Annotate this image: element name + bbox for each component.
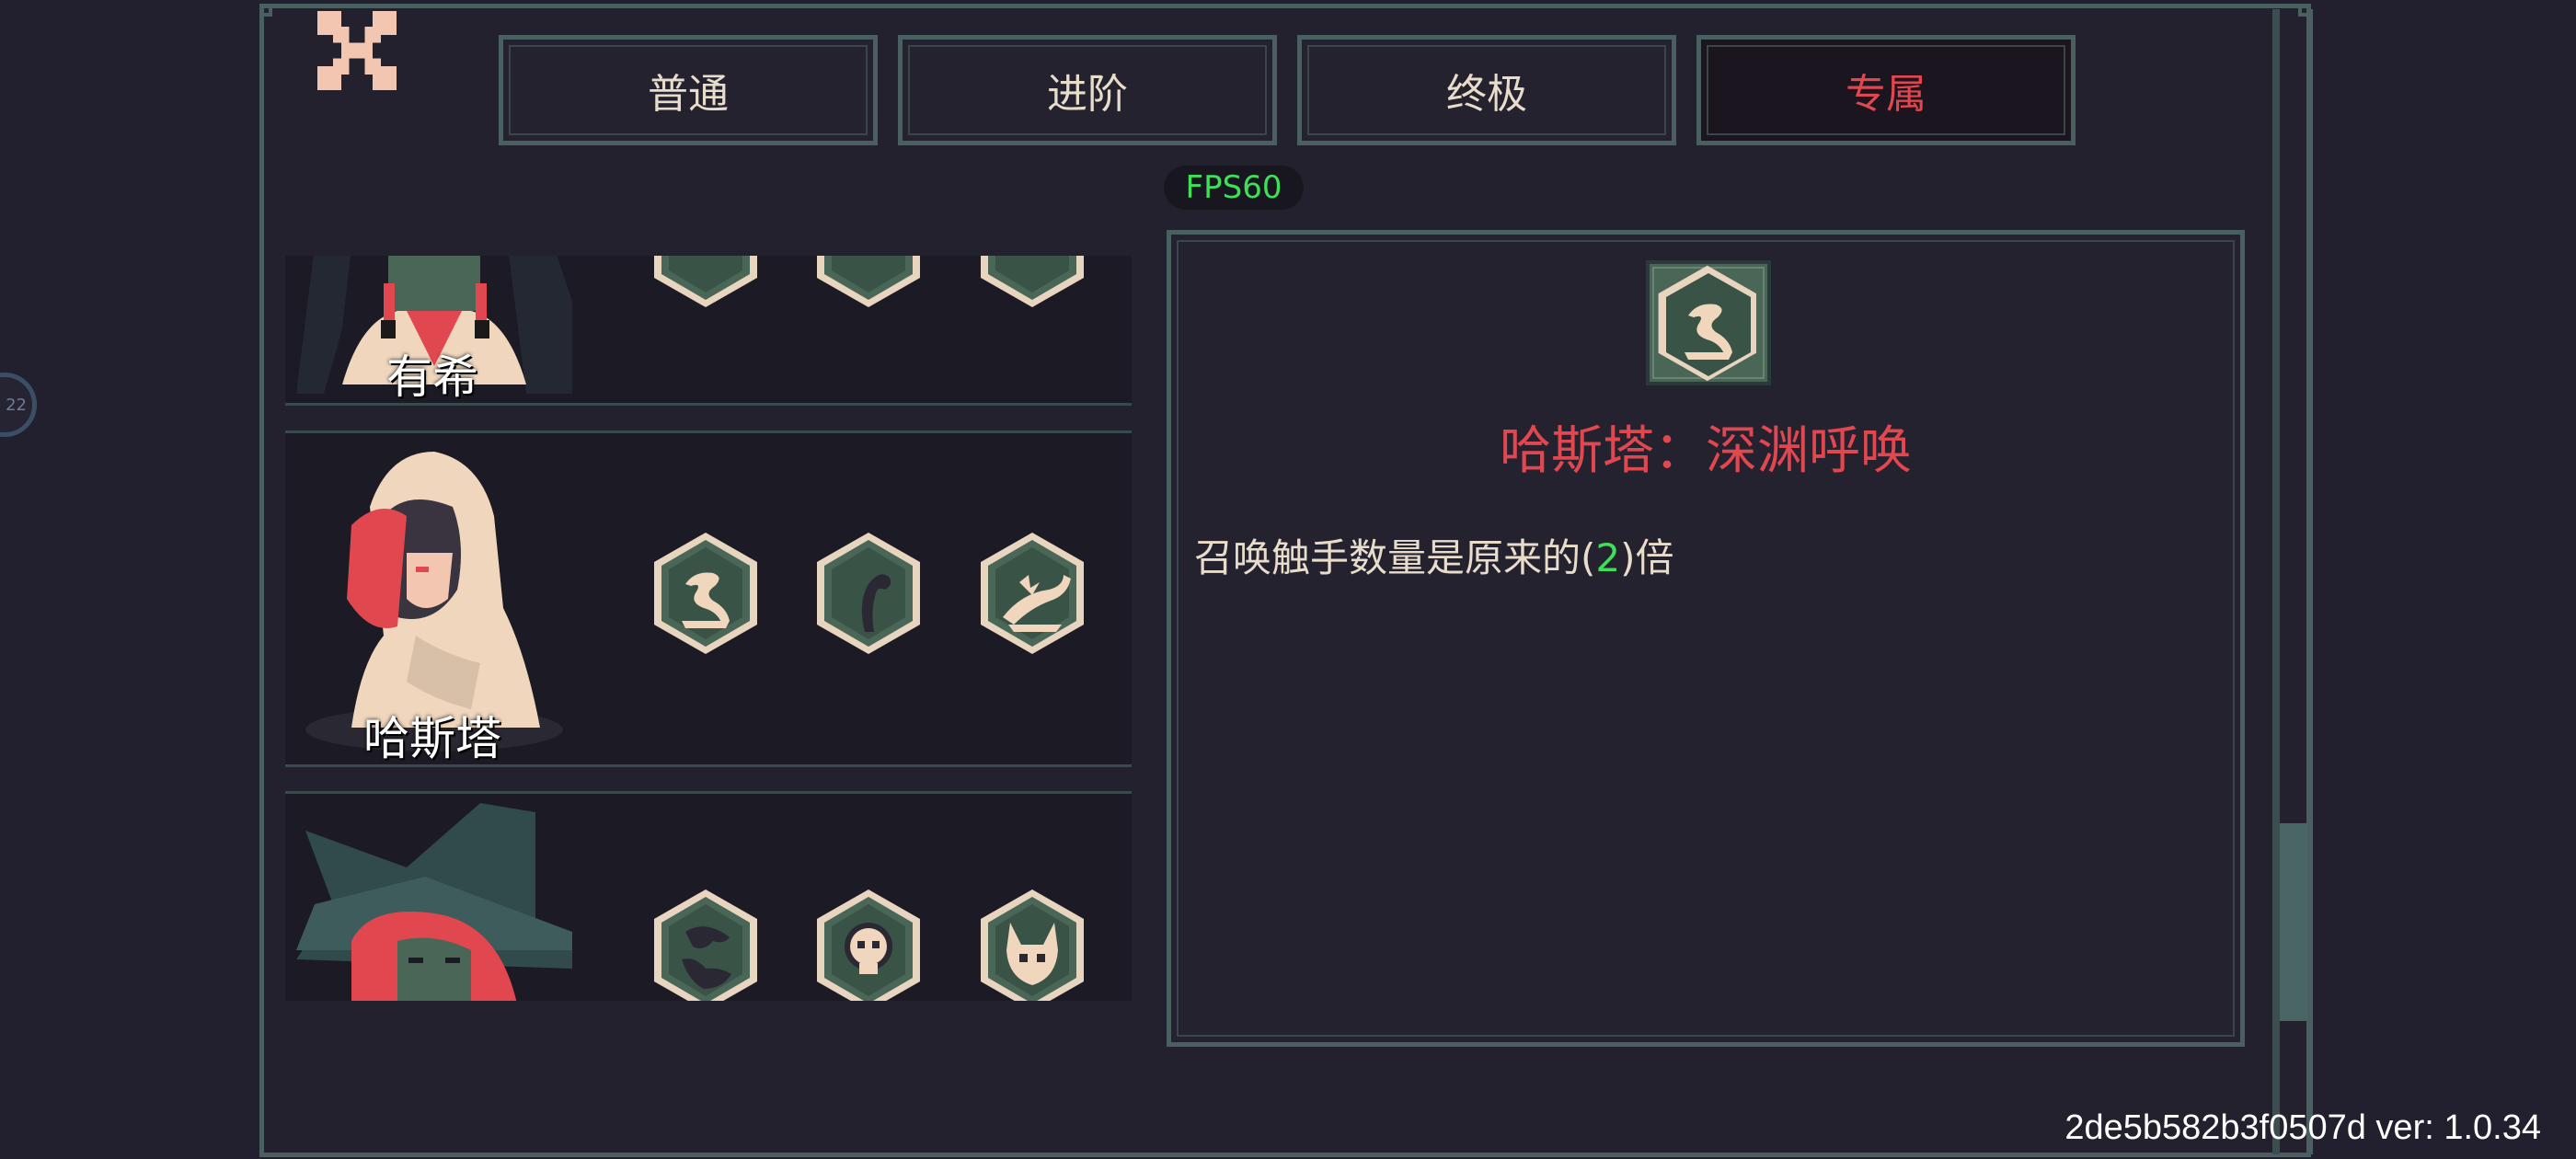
character-list[interactable]: 有希 哈斯塔 — [285, 256, 1132, 1001]
scrollbar-border — [2309, 9, 2313, 1154]
side-floating-button[interactable]: 22 — [0, 373, 37, 437]
character-row[interactable]: 有希 — [285, 256, 1132, 406]
tentacle-burst-icon[interactable] — [975, 529, 1089, 658]
skill-description: 召唤触手数量是原来的(2)倍 — [1194, 527, 1674, 583]
hex-skill-icon[interactable] — [975, 256, 1089, 311]
tentacle-wave-icon[interactable] — [649, 529, 763, 658]
tab-advanced[interactable]: 进阶 — [898, 35, 1277, 145]
hex-skill-icon[interactable] — [811, 256, 926, 311]
desc-text: )倍 — [1620, 535, 1674, 580]
character-row[interactable] — [285, 791, 1132, 1001]
skill-detail-panel: 哈斯塔：深渊呼唤 召唤触手数量是原来的(2)倍 — [1167, 230, 2245, 1047]
character-name: 哈斯塔 — [363, 712, 501, 765]
character-portrait — [296, 794, 572, 1001]
hex-skill-icon[interactable] — [649, 256, 763, 311]
tab-label: 普通 — [648, 71, 729, 118]
character-row[interactable]: 哈斯塔 — [285, 430, 1132, 767]
fps-counter: FPS60 — [1164, 166, 1304, 210]
desc-text: 召唤触手数量是原来的( — [1194, 535, 1596, 580]
tentacle-wave-icon — [1646, 260, 1771, 385]
scrollbar-thumb[interactable] — [2280, 823, 2307, 1021]
globe-icon[interactable] — [649, 886, 763, 1001]
side-bubble-label: 22 — [6, 395, 27, 415]
character-name: 有希 — [386, 350, 478, 404]
desc-value: 2 — [1595, 535, 1621, 580]
horned-skull-icon[interactable] — [975, 886, 1089, 1001]
tab-normal[interactable]: 普通 — [499, 35, 878, 145]
close-icon[interactable] — [317, 11, 397, 90]
tab-label: 进阶 — [1047, 71, 1128, 118]
tab-label: 终极 — [1446, 71, 1527, 118]
version-label: 2de5b582b3f0507d ver: 1.0.34 — [2064, 1108, 2541, 1147]
tab-exclusive[interactable]: 专属 — [1696, 35, 2076, 145]
scrollbar-track[interactable] — [2272, 9, 2280, 1154]
tab-ultimate[interactable]: 终极 — [1297, 35, 1676, 145]
skill-title: 哈斯塔：深渊呼唤 — [1500, 421, 1912, 481]
tentacle-curl-icon[interactable] — [811, 529, 926, 658]
tab-label: 专属 — [1846, 71, 1926, 118]
skull-icon[interactable] — [811, 886, 926, 1001]
